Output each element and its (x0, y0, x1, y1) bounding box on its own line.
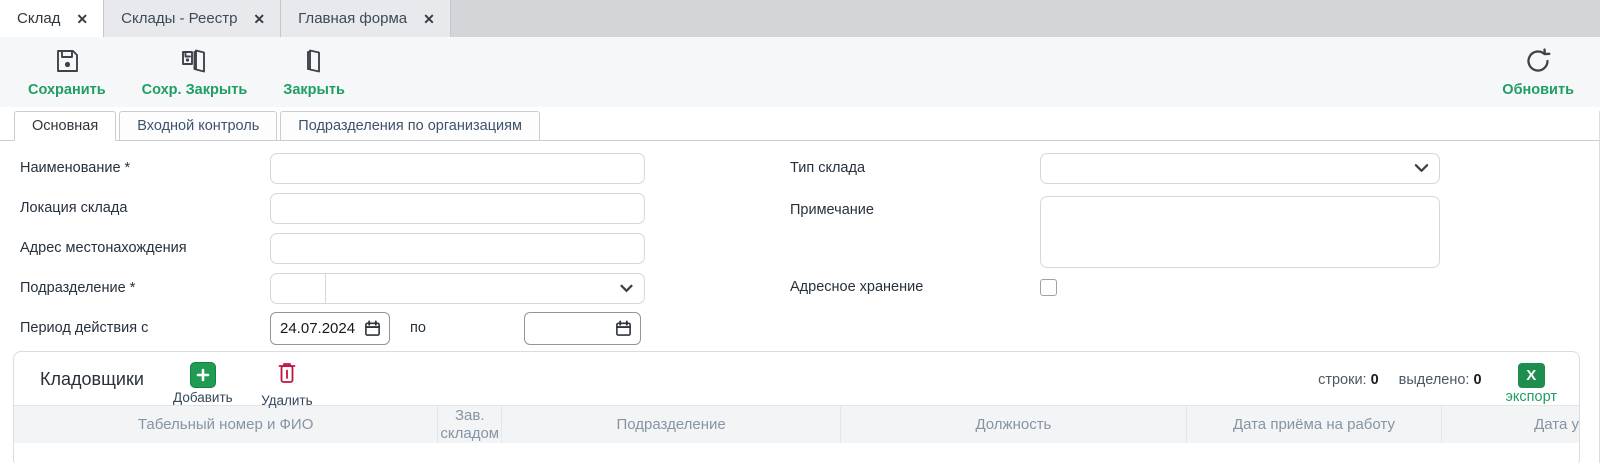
grid-counters: строки:0 выделено:0 (1318, 372, 1481, 388)
save-close-label: Сохр. Закрыть (142, 82, 248, 98)
close-icon[interactable]: ✕ (253, 12, 265, 26)
column-header-position[interactable]: Должность (840, 406, 1186, 443)
column-header-division[interactable]: Подразделение (501, 406, 840, 443)
division-label: Подразделение * (20, 280, 270, 296)
form-tab-bar: Основная Входной контроль Подразделения … (0, 111, 1599, 141)
location-input[interactable] (270, 193, 645, 224)
close-icon[interactable]: ✕ (76, 12, 88, 26)
excel-icon: X (1518, 363, 1545, 388)
period-to-label: по (410, 320, 426, 336)
division-select[interactable] (270, 273, 645, 304)
tab-podrazdeleniya-po-organizatsiyam[interactable]: Подразделения по организациям (280, 111, 540, 140)
period-from-input[interactable]: 24.07.2024 (270, 312, 390, 345)
chevron-down-icon[interactable] (1414, 163, 1429, 173)
storekeepers-title: Кладовщики (40, 369, 144, 390)
column-header-hire-date[interactable]: Дата приёма на работу (1186, 406, 1441, 443)
location-label: Локация склада (20, 200, 270, 216)
address-row: Адрес местонахождения (20, 228, 755, 268)
save-close-button[interactable]: Сохр. Закрыть (142, 46, 248, 98)
storekeepers-panel: Кладовщики Добавить Удалить строки:0 выд… (13, 351, 1580, 463)
period-to-input[interactable] (524, 312, 641, 345)
add-row-label: Добавить (173, 390, 233, 405)
warehouse-type-row: Тип склада (790, 148, 1590, 188)
period-from-value: 24.07.2024 (280, 320, 355, 337)
address-storage-label: Адресное хранение (790, 279, 1040, 295)
save-close-icon (179, 46, 209, 81)
column-header-personnel-number[interactable]: Табельный номер и ФИО (14, 406, 437, 443)
location-row: Локация склада (20, 188, 755, 228)
name-label: Наименование * (20, 160, 270, 176)
address-input[interactable] (270, 233, 645, 264)
save-icon (52, 46, 82, 81)
tab-osnovnaya[interactable]: Основная (14, 111, 116, 141)
window-tab-sklady-reestr[interactable]: Склады - Реестр ✕ (104, 0, 281, 37)
tab-vhodnoy-kontrol[interactable]: Входной контроль (119, 111, 277, 140)
close-label: Закрыть (283, 82, 345, 98)
selected-count: выделено:0 (1399, 372, 1482, 388)
warehouse-type-label: Тип склада (790, 160, 1040, 176)
name-input[interactable] (270, 153, 645, 184)
export-label: экспорт (1506, 389, 1557, 405)
window-tab-glavnaya-forma[interactable]: Главная форма ✕ (281, 0, 451, 37)
close-button[interactable]: Закрыть (283, 46, 345, 98)
name-row: Наименование * (20, 148, 755, 188)
column-header-warehouse-manager[interactable]: Зав. складом (437, 406, 501, 443)
warehouse-type-select[interactable] (1040, 153, 1440, 184)
rows-count: строки:0 (1318, 372, 1379, 388)
export-excel-button[interactable]: X экспорт (1506, 363, 1557, 405)
period-row: Период действия с 24.07.2024 по (20, 308, 755, 348)
division-code-input[interactable] (271, 274, 326, 303)
fields-left-column: Наименование * Локация склада Адрес мест… (20, 148, 755, 348)
calendar-icon[interactable] (615, 320, 632, 337)
division-row: Подразделение * (20, 268, 755, 308)
fields-area: Наименование * Локация склада Адрес мест… (0, 141, 1599, 348)
close-icon[interactable]: ✕ (423, 12, 435, 26)
column-header-termination-date[interactable]: Дата у (1441, 406, 1579, 443)
window-tab-label: Склады - Реестр (121, 10, 237, 27)
window-tab-bar: Склад ✕ Склады - Реестр ✕ Главная форма … (0, 0, 1600, 37)
calendar-icon[interactable] (364, 320, 381, 337)
note-row: Примечание (790, 188, 1590, 270)
address-storage-row: Адресное хранение (790, 270, 1590, 304)
door-icon (299, 46, 329, 81)
plus-icon (190, 362, 216, 388)
delete-row-button[interactable]: Удалить (256, 360, 318, 408)
save-button[interactable]: Сохранить (28, 46, 106, 98)
fields-right-column: Тип склада Примечание Адресное хранение (790, 148, 1590, 348)
window-tab-label: Главная форма (298, 10, 407, 27)
refresh-icon (1523, 46, 1553, 81)
note-textarea[interactable] (1040, 196, 1440, 268)
add-row-button[interactable]: Добавить (172, 362, 234, 405)
address-storage-checkbox[interactable] (1040, 279, 1057, 296)
period-label: Период действия с (20, 320, 270, 336)
trash-icon (275, 360, 299, 391)
toolbar: Сохранить Сохр. Закрыть Закрыть Обновить (0, 37, 1600, 107)
chevron-down-icon[interactable] (619, 283, 634, 293)
refresh-label: Обновить (1502, 82, 1574, 98)
address-label: Адрес местонахождения (20, 240, 270, 256)
storekeepers-table-body (14, 443, 1579, 463)
save-label: Сохранить (28, 82, 106, 98)
note-label: Примечание (790, 196, 1040, 218)
refresh-button[interactable]: Обновить (1502, 46, 1574, 98)
form-content: Основная Входной контроль Подразделения … (0, 111, 1600, 463)
storekeepers-table-header: Табельный номер и ФИО Зав. складом Подра… (14, 405, 1579, 443)
storekeepers-header: Кладовщики Добавить Удалить строки:0 выд… (14, 352, 1579, 405)
window-tab-sklad[interactable]: Склад ✕ (0, 0, 104, 37)
window-tab-label: Склад (17, 10, 60, 27)
